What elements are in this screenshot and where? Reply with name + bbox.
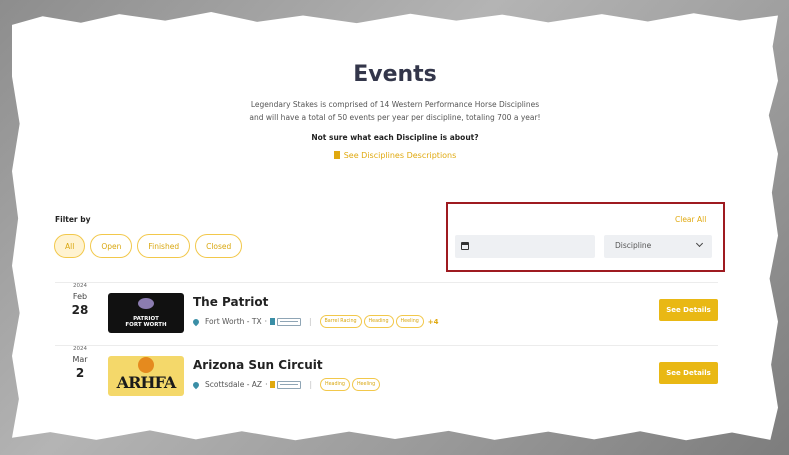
event-thumbnail[interactable]: ARHFA — [108, 356, 184, 396]
page-card: Events Legendary Stakes is comprised of … — [12, 12, 778, 441]
separator-bar: | — [308, 317, 312, 326]
association-badge — [277, 380, 302, 389]
discipline-tag: Heeling — [351, 378, 381, 391]
thumbnail-text: ARHFA — [116, 373, 177, 392]
event-day: 2 — [75, 366, 85, 380]
status-filter-chips: All Open Finished Closed — [54, 234, 243, 258]
discipline-tag: Heeling — [395, 315, 424, 328]
separator-dot: · — [264, 317, 267, 326]
association-icon — [269, 318, 275, 325]
event-name[interactable]: The Patriot — [193, 295, 268, 309]
discipline-tag: Barrel Racing — [319, 315, 362, 328]
patriot-logo — [138, 298, 154, 309]
location-pin-icon — [191, 317, 201, 326]
description-line-1: Legendary Stakes is comprised of 14 West… — [250, 100, 540, 109]
sun-logo — [138, 357, 154, 373]
chevron-down-icon — [695, 239, 704, 248]
filter-chip-all[interactable]: All — [54, 234, 86, 258]
discipline-select-label: Discipline — [615, 241, 652, 250]
separator-dot: · — [265, 380, 268, 389]
calendar-icon — [461, 242, 469, 250]
date-picker-input[interactable] — [455, 235, 595, 258]
discipline-select[interactable]: Discipline — [604, 235, 712, 258]
event-year: 2024 — [73, 346, 87, 352]
thumbnail-text-line-2: FORT WORTH — [125, 322, 167, 328]
event-month: Mar — [72, 355, 88, 364]
event-day: 28 — [71, 303, 89, 317]
page-title: Events — [353, 62, 437, 87]
association-icon — [270, 381, 276, 388]
description-line-2: and will have a total of 50 events per y… — [249, 113, 541, 122]
event-row: 2024 Mar 2 ARHFA Arizona Sun Circuit Sco… — [55, 345, 718, 402]
location-pin-icon — [191, 380, 201, 389]
filter-by-label: Filter by — [55, 215, 91, 224]
see-details-button[interactable]: See Details — [659, 299, 718, 321]
event-month: Feb — [72, 292, 88, 301]
filter-chip-closed[interactable]: Closed — [195, 234, 243, 258]
event-location: Fort Worth - TX — [205, 317, 262, 326]
clear-all-button[interactable]: Clear All — [675, 215, 706, 224]
discipline-tag: Heading — [363, 315, 394, 328]
see-details-button[interactable]: See Details — [659, 362, 718, 384]
event-date: 2024 Mar 2 — [65, 346, 95, 380]
page-description: Legendary Stakes is comprised of 14 West… — [12, 98, 778, 124]
more-tags-count[interactable]: +4 — [428, 318, 439, 326]
event-date: 2024 Feb 28 — [65, 283, 95, 317]
filter-chip-finished[interactable]: Finished — [137, 234, 191, 258]
see-disciplines-label: See Disciplines Descriptions — [343, 151, 457, 160]
filter-chip-open[interactable]: Open — [90, 234, 133, 258]
event-year: 2024 — [73, 283, 87, 289]
event-meta: Scottsdale - AZ · | Heading Heeling — [191, 378, 382, 391]
separator-bar: | — [309, 380, 312, 389]
event-meta: Fort Worth - TX · | Barrel Racing Headin… — [191, 315, 439, 328]
discipline-tag: Heading — [319, 378, 350, 391]
discipline-question: Not sure what each Discipline is about? — [311, 133, 479, 142]
event-row: 2024 Feb 28 PATRIOT FORT WORTH The Patri… — [55, 282, 718, 339]
event-thumbnail[interactable]: PATRIOT FORT WORTH — [108, 293, 184, 333]
document-icon — [333, 151, 340, 159]
event-location: Scottsdale - AZ — [205, 380, 263, 389]
event-name[interactable]: Arizona Sun Circuit — [193, 358, 323, 372]
thumbnail-text: PATRIOT FORT WORTH — [108, 316, 184, 328]
see-disciplines-link[interactable]: See Disciplines Descriptions — [12, 151, 778, 160]
association-badge — [276, 317, 301, 326]
